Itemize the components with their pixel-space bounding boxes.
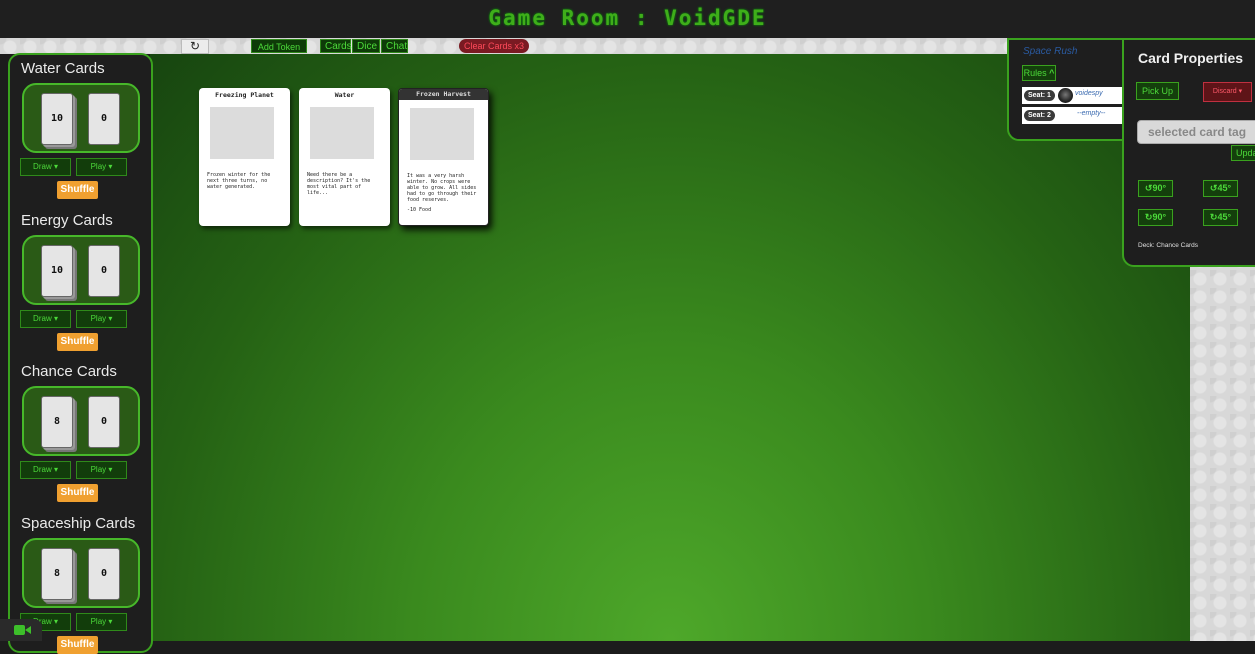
card-title: Water [334, 91, 355, 99]
discard-pile[interactable]: 0 [88, 93, 120, 145]
draw-pile[interactable]: 10 [41, 245, 73, 297]
seat-user: --empty-- [1077, 110, 1106, 117]
play-button[interactable]: Play ▾ [76, 461, 127, 479]
shuffle-button[interactable]: Shuffle [57, 333, 98, 351]
rules-label: Rules [1023, 68, 1047, 78]
draw-button[interactable]: Draw ▾ [20, 310, 71, 328]
table-card-selected[interactable]: Frozen Harvest It was a very harsh winte… [398, 88, 489, 226]
play-button[interactable]: Play ▾ [76, 613, 127, 631]
pick-up-button[interactable]: Pick Up [1136, 82, 1179, 100]
deck-panel: Water Cards 10 0 Draw ▾ Play ▾ Shuffle E… [8, 53, 153, 654]
panel-title: Card Properties [1138, 50, 1244, 66]
deck-pile-area: 8 0 [22, 386, 140, 456]
table-card[interactable]: Freezing Planet Frozen winter for the ne… [199, 88, 290, 226]
play-button[interactable]: Play ▾ [76, 158, 127, 176]
add-token-button[interactable]: Add Token ▾ [251, 39, 307, 66]
rotate-cw-45-button[interactable]: ↻45° [1203, 209, 1238, 226]
draw-pile[interactable]: 8 [41, 396, 73, 448]
draw-button[interactable]: Draw ▾ [20, 461, 71, 479]
deck-title: Water Cards [21, 60, 105, 77]
discard-pile[interactable]: 0 [88, 245, 120, 297]
game-name: Space Rush [1023, 46, 1078, 57]
shuffle-button[interactable]: Shuffle [57, 636, 98, 654]
play-button[interactable]: Play ▾ [76, 310, 127, 328]
dice-button[interactable]: Dice [352, 39, 380, 53]
discard-pile[interactable]: 0 [88, 548, 120, 600]
draw-button[interactable]: Draw ▾ [20, 158, 71, 176]
rotate-ccw-45-button[interactable]: ↺45° [1203, 180, 1238, 197]
card-description: Frozen winter for the next three turns, … [207, 172, 271, 190]
rules-button[interactable]: Rules ^ [1022, 65, 1056, 81]
room-title: Game Room : VoidGDE [488, 6, 767, 30]
video-camera-icon [14, 625, 25, 635]
seat-badge: Seat: 2 [1024, 110, 1055, 121]
discard-button[interactable]: Discard ▾ [1203, 82, 1252, 102]
chat-button[interactable]: Chat [381, 39, 408, 53]
card-title: Freezing Planet [215, 91, 274, 99]
video-camera-lens [25, 626, 31, 634]
discard-pile[interactable]: 0 [88, 396, 120, 448]
deck-pile-area: 8 0 [22, 538, 140, 608]
seat-user: voidespy [1075, 90, 1103, 97]
draw-pile[interactable]: 8 [41, 548, 73, 600]
card-description: Need there be a description? It's the mo… [307, 172, 371, 196]
deck-pile-area: 10 0 [22, 83, 140, 153]
table-card[interactable]: Water Need there be a description? It's … [299, 88, 390, 226]
camera-button[interactable] [0, 619, 42, 641]
card-tag-input[interactable]: selected card tag [1137, 120, 1255, 144]
card-title: Frozen Harvest [399, 89, 488, 100]
chevron-up-icon: ^ [1049, 68, 1055, 78]
card-image-placeholder [210, 107, 274, 159]
deck-title: Chance Cards [21, 363, 117, 380]
draw-pile[interactable]: 10 [41, 93, 73, 145]
clear-cards-button[interactable]: Clear Cards x3 [459, 39, 529, 53]
avatar [1058, 88, 1073, 103]
top-bar: Game Room : VoidGDE [0, 0, 1255, 38]
seat-row[interactable]: Seat: 2 --empty-- [1022, 107, 1127, 124]
rotate-ccw-90-button[interactable]: ↺90° [1138, 180, 1173, 197]
card-properties-panel: Card Properties Pick Up Discard ▾ select… [1122, 38, 1255, 267]
card-image-placeholder [410, 108, 474, 160]
deck-title: Energy Cards [21, 212, 113, 229]
refresh-button[interactable]: ↻ [181, 39, 209, 54]
seat-badge: Seat: 1 [1024, 90, 1055, 101]
game-info-panel: Space Rush Rules ^ Seat: 1 voidespy Seat… [1007, 38, 1127, 141]
selected-card-deck: Deck: Chance Cards [1138, 242, 1198, 249]
deck-pile-area: 10 0 [22, 235, 140, 305]
card-image-placeholder [310, 107, 374, 159]
cards-button[interactable]: Cards [320, 39, 352, 53]
shuffle-button[interactable]: Shuffle [57, 484, 98, 502]
deck-title: Spaceship Cards [21, 515, 136, 532]
card-effect: -10 Food [407, 207, 432, 213]
seat-row[interactable]: Seat: 1 voidespy [1022, 87, 1127, 104]
update-button[interactable]: Update [1231, 145, 1255, 161]
card-description-text: It was a very harsh winter. No crops wer… [407, 173, 477, 203]
rotate-cw-90-button[interactable]: ↻90° [1138, 209, 1173, 226]
card-description: It was a very harsh winter. No crops wer… [407, 173, 485, 213]
shuffle-button[interactable]: Shuffle [57, 181, 98, 199]
